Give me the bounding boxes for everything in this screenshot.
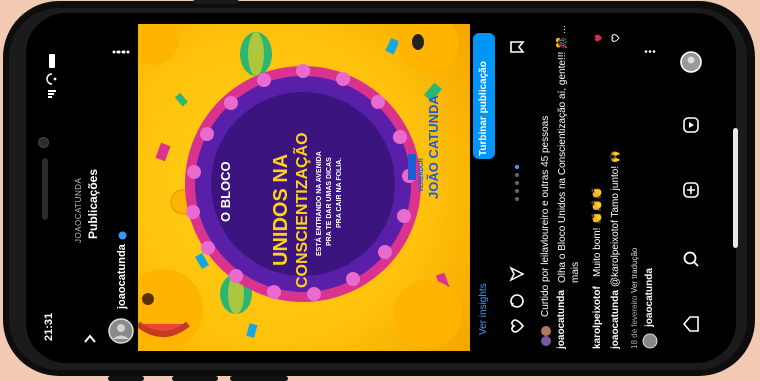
- search-icon[interactable]: [682, 250, 700, 268]
- poster-brand-name: JOÃO CATUNDA: [426, 95, 441, 199]
- post-author[interactable]: joaocatunda: [116, 244, 128, 309]
- page-title: Publicações: [86, 168, 100, 239]
- post-image[interactable]: O BLOCO UNIDOS NA CONSCIENTIZAÇÃO ESTÁ E…: [138, 24, 470, 351]
- author-avatar[interactable]: [108, 318, 134, 344]
- signal-icon: [48, 90, 56, 98]
- status-time: 21:31: [43, 312, 55, 341]
- header-username: JOAOCATUNDA: [74, 177, 83, 243]
- insights-link[interactable]: Ver insights: [478, 283, 489, 335]
- poster-line-1: O BLOCO: [218, 161, 233, 222]
- poster-line-2: UNIDOS NA: [270, 153, 292, 266]
- caption-area: Curtido por leilavloureiro e outras 45 p…: [534, 13, 658, 363]
- add-post-icon[interactable]: [682, 181, 700, 199]
- share-icon[interactable]: [509, 266, 525, 282]
- post-timestamp: 18 de fevereiro: [630, 295, 639, 349]
- post-header: joaocatunda: [104, 13, 138, 363]
- translate-link[interactable]: Ver tradução: [630, 248, 639, 293]
- save-bookmark-icon[interactable]: [509, 39, 525, 55]
- boost-label: Turbinar publicação: [478, 61, 489, 156]
- boost-strip: Turbinar publicação Ver insights: [470, 13, 498, 363]
- side-button: [172, 376, 218, 381]
- liker-avatars: [541, 326, 551, 346]
- top-bar: JOAOCATUNDA Publicações: [64, 13, 126, 363]
- comment-like-heart-icon[interactable]: [593, 33, 603, 43]
- poster-brand-small: VEREADOR: [419, 157, 425, 192]
- side-button: [108, 376, 144, 381]
- next-post-author[interactable]: joaocatunda: [644, 268, 655, 327]
- comment-icon[interactable]: [509, 293, 525, 309]
- poster-tagline-1: ESTÁ ENTRANDO NA AVENIDA: [316, 151, 323, 256]
- carousel-dots: [515, 165, 519, 201]
- profile-avatar-icon[interactable]: [680, 51, 702, 73]
- likes-text[interactable]: Curtido por leilavloureiro e outras 45 p…: [540, 116, 551, 317]
- more-vertical-icon[interactable]: [116, 49, 130, 55]
- comment-user-2[interactable]: joaocatunda: [610, 290, 621, 349]
- more-vertical-icon[interactable]: [644, 49, 656, 54]
- poster-tagline-2: PRA TE DAR UMAS DICAS: [326, 157, 333, 246]
- wifi-icon: [46, 73, 57, 85]
- comment-user-1[interactable]: karolpeixotof: [592, 286, 603, 349]
- battery-icon: [49, 54, 55, 68]
- status-bar: 21:31: [26, 13, 64, 363]
- reels-icon[interactable]: [682, 116, 700, 134]
- comment-like-heart-icon[interactable]: [610, 33, 620, 43]
- home-indicator: [733, 128, 738, 248]
- poster-tagline-3: PRA CAIR NA FOLIA.: [336, 157, 343, 228]
- poster-line-3: CONSCIENTIZAÇÃO: [294, 132, 311, 288]
- post-actions: [498, 13, 534, 363]
- volume-button: [193, 0, 239, 4]
- next-author-avatar[interactable]: [642, 333, 658, 349]
- home-icon[interactable]: [682, 315, 700, 333]
- verified-badge-icon: [118, 231, 127, 240]
- comment-text-1: Muito bom! 👏👏👏: [592, 187, 603, 277]
- bottom-nav: [660, 13, 720, 363]
- side-button: [230, 376, 288, 381]
- caption-text: Olha o Bloco Unidos na Conscientização a…: [557, 25, 581, 283]
- comment-text-2: @karolpeixotof Tamo junto! 🙌: [610, 150, 621, 287]
- caption-user[interactable]: joaocatunda: [556, 290, 567, 349]
- like-heart-icon[interactable]: [509, 318, 525, 334]
- back-arrow-icon[interactable]: [82, 331, 98, 347]
